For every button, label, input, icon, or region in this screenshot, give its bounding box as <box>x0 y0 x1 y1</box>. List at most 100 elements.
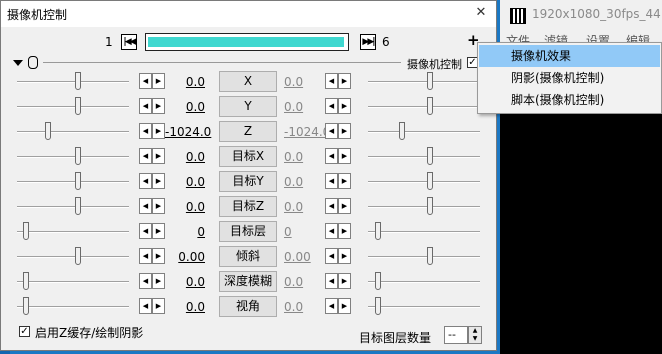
param-button[interactable]: 倾斜 <box>219 246 277 267</box>
close-button[interactable]: ✕ <box>471 3 491 23</box>
param-slider-start-track[interactable] <box>17 156 129 158</box>
param-button[interactable]: 目标X <box>219 146 277 167</box>
param-end-value[interactable]: 0.0 <box>284 75 324 89</box>
param-slider-start-track[interactable] <box>17 256 129 258</box>
decrement-end-button[interactable]: ◀ <box>325 98 338 114</box>
param-slider-start-track[interactable] <box>17 81 129 83</box>
param-button[interactable]: X <box>219 71 277 92</box>
increment-start-button[interactable]: ▶ <box>152 98 165 114</box>
param-slider-start-thumb[interactable] <box>75 97 81 115</box>
increment-start-button[interactable]: ▶ <box>152 298 165 314</box>
param-slider-start-track[interactable] <box>17 106 129 108</box>
param-slider-start-track[interactable] <box>17 131 129 133</box>
param-slider-end-track[interactable] <box>368 156 480 158</box>
param-slider-end-track[interactable] <box>368 256 480 258</box>
decrement-start-button[interactable]: ◀ <box>139 273 152 289</box>
increment-start-button[interactable]: ▶ <box>152 248 165 264</box>
decrement-end-button[interactable]: ◀ <box>325 298 338 314</box>
zbuffer-checkbox[interactable]: ✓ <box>19 326 30 337</box>
param-slider-end-track[interactable] <box>368 306 480 308</box>
frame-slider[interactable] <box>145 33 349 51</box>
param-slider-end-thumb[interactable] <box>427 247 433 265</box>
increment-start-button[interactable]: ▶ <box>152 123 165 139</box>
param-button[interactable]: 深度模糊 <box>219 271 277 292</box>
param-slider-end-track[interactable] <box>368 231 480 233</box>
mouse-icon[interactable] <box>28 56 38 69</box>
decrement-end-button[interactable]: ◀ <box>325 73 338 89</box>
decrement-start-button[interactable]: ◀ <box>139 248 152 264</box>
increment-start-button[interactable]: ▶ <box>152 148 165 164</box>
param-slider-start-thumb[interactable] <box>45 122 51 140</box>
param-end-value[interactable]: 0 <box>284 225 324 239</box>
param-button[interactable]: 目标层 <box>219 221 277 242</box>
param-slider-end-track[interactable] <box>368 131 480 133</box>
increment-start-button[interactable]: ▶ <box>152 223 165 239</box>
param-slider-end-track[interactable] <box>368 81 480 83</box>
increment-end-button[interactable]: ▶ <box>338 273 351 289</box>
target-layers-input[interactable]: -- <box>444 326 468 344</box>
increment-start-button[interactable]: ▶ <box>152 73 165 89</box>
param-end-value[interactable]: 0.0 <box>284 175 324 189</box>
param-button[interactable]: 目标Z <box>219 196 277 217</box>
param-slider-start-thumb[interactable] <box>23 297 29 315</box>
param-slider-start-thumb[interactable] <box>75 197 81 215</box>
param-slider-end-track[interactable] <box>368 281 480 283</box>
increment-end-button[interactable]: ▶ <box>338 298 351 314</box>
increment-end-button[interactable]: ▶ <box>338 223 351 239</box>
param-slider-end-thumb[interactable] <box>427 147 433 165</box>
prev-frame-button[interactable]: |◀◀ <box>121 34 137 50</box>
param-slider-end-thumb[interactable] <box>375 297 381 315</box>
param-start-value[interactable]: 0 <box>165 225 205 239</box>
param-start-value[interactable]: 0.0 <box>165 175 205 189</box>
param-start-value[interactable]: 0.00 <box>165 250 205 264</box>
increment-start-button[interactable]: ▶ <box>152 198 165 214</box>
increment-end-button[interactable]: ▶ <box>338 98 351 114</box>
param-slider-end-thumb[interactable] <box>427 97 433 115</box>
decrement-start-button[interactable]: ◀ <box>139 198 152 214</box>
param-end-value[interactable]: 0.0 <box>284 100 324 114</box>
param-button[interactable]: Z <box>219 121 277 142</box>
param-end-value[interactable]: -1024.0 <box>284 125 330 139</box>
param-end-value[interactable]: 0.0 <box>284 150 324 164</box>
param-start-value[interactable]: 0.0 <box>165 150 205 164</box>
param-end-value[interactable]: 0.0 <box>284 200 324 214</box>
decrement-start-button[interactable]: ◀ <box>139 98 152 114</box>
param-slider-start-thumb[interactable] <box>23 222 29 240</box>
decrement-start-button[interactable]: ◀ <box>139 298 152 314</box>
decrement-end-button[interactable]: ◀ <box>325 123 338 139</box>
increment-end-button[interactable]: ▶ <box>338 198 351 214</box>
menu-item-script[interactable]: 脚本(摄像机控制) <box>479 89 660 111</box>
increment-end-button[interactable]: ▶ <box>338 248 351 264</box>
collapse-arrow-icon[interactable] <box>13 60 23 66</box>
param-start-value[interactable]: -1024.0 <box>165 125 211 139</box>
increment-end-button[interactable]: ▶ <box>338 123 351 139</box>
increment-start-button[interactable]: ▶ <box>152 273 165 289</box>
param-slider-start-thumb[interactable] <box>75 172 81 190</box>
param-slider-start-track[interactable] <box>17 206 129 208</box>
param-start-value[interactable]: 0.0 <box>165 100 205 114</box>
param-start-value[interactable]: 0.0 <box>165 300 205 314</box>
param-end-value[interactable]: 0.00 <box>284 250 324 264</box>
param-slider-start-track[interactable] <box>17 281 129 283</box>
param-slider-end-track[interactable] <box>368 106 480 108</box>
param-slider-end-thumb[interactable] <box>427 72 433 90</box>
param-slider-end-thumb[interactable] <box>399 122 405 140</box>
decrement-end-button[interactable]: ◀ <box>325 173 338 189</box>
param-slider-start-track[interactable] <box>17 181 129 183</box>
param-button[interactable]: 目标Y <box>219 171 277 192</box>
menu-item-shadow[interactable]: 阴影(摄像机控制) <box>479 67 660 89</box>
param-start-value[interactable]: 0.0 <box>165 75 205 89</box>
param-slider-start-thumb[interactable] <box>75 247 81 265</box>
param-slider-end-thumb[interactable] <box>427 197 433 215</box>
param-slider-end-thumb[interactable] <box>375 222 381 240</box>
param-end-value[interactable]: 0.0 <box>284 300 324 314</box>
decrement-start-button[interactable]: ◀ <box>139 73 152 89</box>
param-start-value[interactable]: 0.0 <box>165 200 205 214</box>
param-start-value[interactable]: 0.0 <box>165 275 205 289</box>
param-slider-start-thumb[interactable] <box>75 72 81 90</box>
decrement-start-button[interactable]: ◀ <box>139 123 152 139</box>
target-layers-spinner[interactable]: ▲ ▼ <box>468 326 482 344</box>
param-slider-end-thumb[interactable] <box>427 172 433 190</box>
decrement-start-button[interactable]: ◀ <box>139 148 152 164</box>
param-slider-start-track[interactable] <box>17 231 129 233</box>
